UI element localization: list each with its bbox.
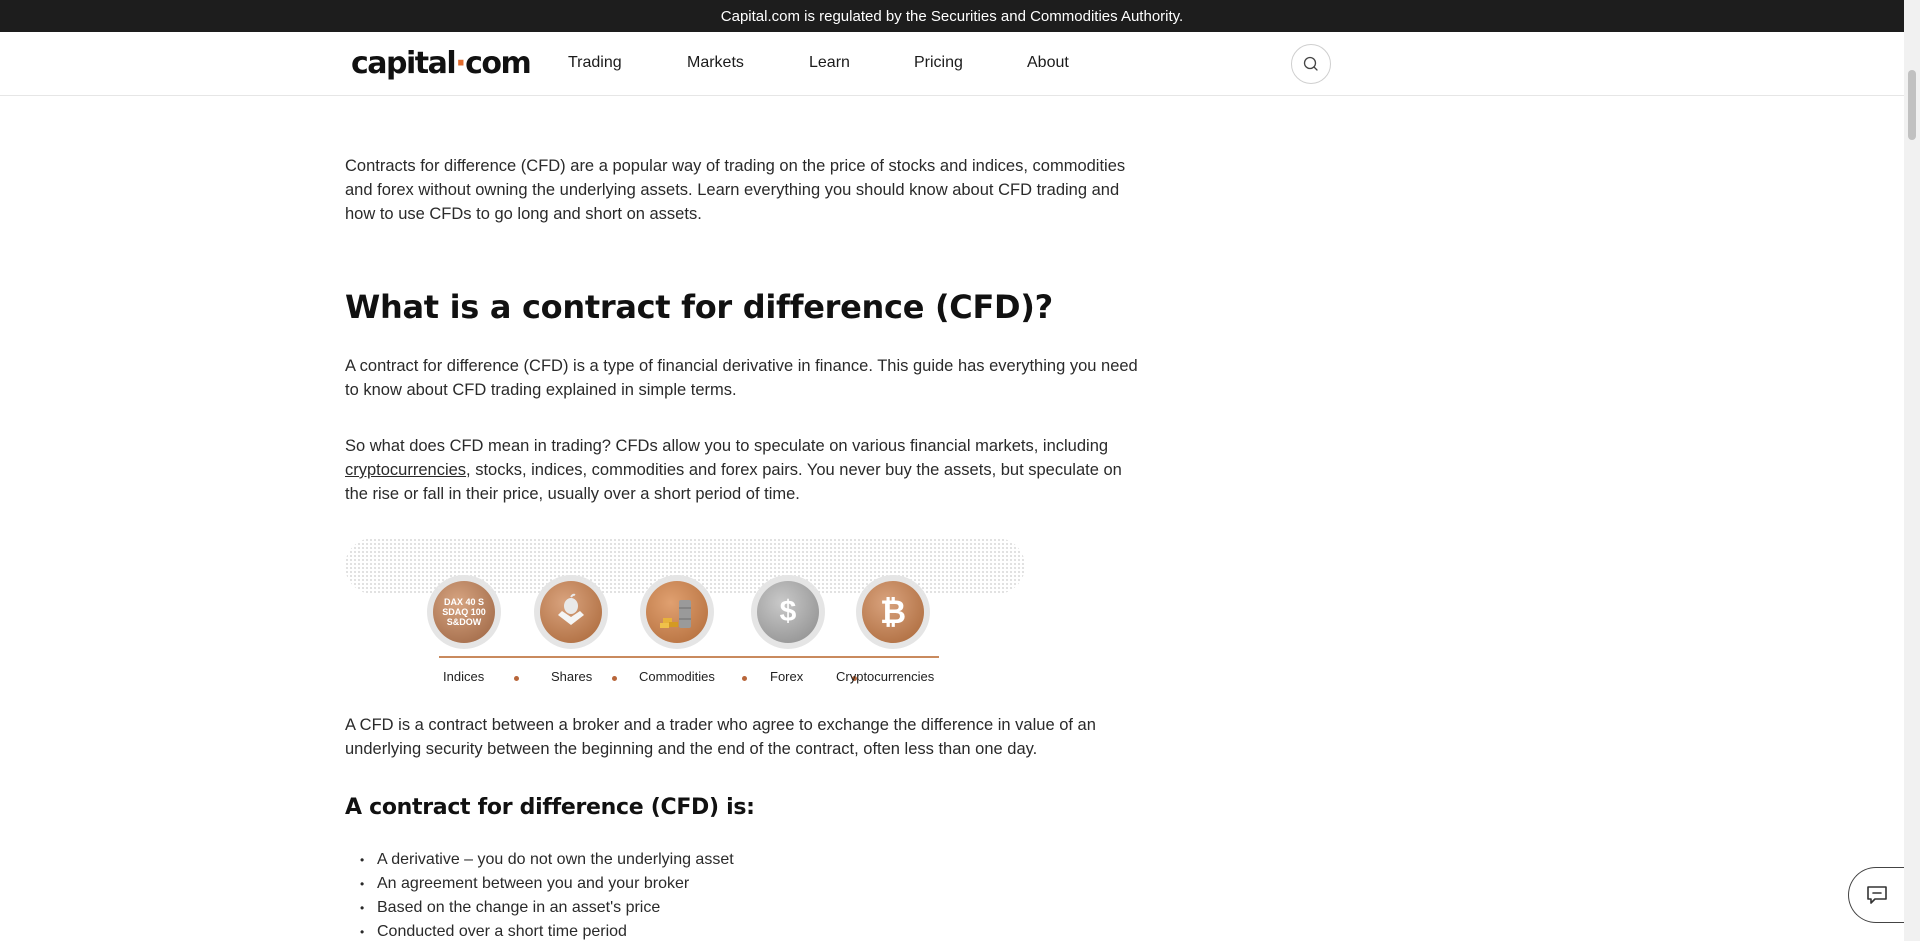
- cfd-contract-paragraph: A CFD is a contract between a broker and…: [345, 716, 1096, 758]
- list-item: Based on the change in an asset's price: [345, 896, 734, 920]
- nav-item-learn[interactable]: Learn: [809, 54, 850, 72]
- list-item: A derivative – you do not own the underl…: [345, 848, 734, 872]
- cryptocurrencies-link[interactable]: cryptocurrencies: [345, 461, 466, 479]
- apple-icon: [534, 575, 608, 649]
- page-heading: What is a contract for difference (CFD)?: [345, 288, 1053, 326]
- asset-label-commodities: Commodities: [639, 669, 715, 684]
- chat-button[interactable]: [1848, 867, 1904, 923]
- banner-divider: [439, 656, 939, 658]
- logo-dot: ·: [455, 46, 466, 81]
- nav-item-trading[interactable]: Trading: [568, 54, 622, 72]
- banner-dot: [514, 676, 519, 681]
- scrollbar-thumb[interactable]: [1908, 70, 1916, 140]
- asset-label-indices: Indices: [443, 669, 485, 684]
- gold-oil-icon: [640, 575, 714, 649]
- cfd-markets-banner: DAX 40 S SDAQ 100 S&DOW $ ₿ Indices Shar…: [345, 538, 1025, 688]
- nav-item-about[interactable]: About: [1027, 54, 1069, 72]
- asset-label-forex: Forex: [770, 669, 804, 684]
- search-button[interactable]: [1291, 44, 1331, 84]
- section-subheading: A contract for difference (CFD) is:: [345, 795, 755, 820]
- logo-text-right: com: [465, 46, 532, 81]
- banner-dot: [612, 676, 617, 681]
- logo-text-left: capital: [351, 46, 457, 81]
- chat-icon: [1866, 886, 1887, 904]
- list-item: An agreement between you and your broker: [345, 872, 734, 896]
- asset-label-cryptocurrencies: Cryptocurrencies: [836, 669, 935, 684]
- speculate-text-start: So what does CFD mean in trading? CFDs a…: [345, 437, 1109, 455]
- banner-dot: [742, 676, 747, 681]
- speculate-paragraph: So what does CFD mean in trading? CFDs a…: [345, 434, 1145, 506]
- asset-label-shares: Shares: [551, 669, 593, 684]
- definition-paragraph: A contract for difference (CFD) is a typ…: [345, 357, 1138, 399]
- nav-item-pricing[interactable]: Pricing: [914, 54, 963, 72]
- dollar-globe-icon: $: [751, 575, 825, 649]
- intro-paragraph: Contracts for difference (CFD) are a pop…: [345, 157, 1126, 223]
- indices-icon: DAX 40 S SDAQ 100 S&DOW: [427, 575, 501, 649]
- bitcoin-icon: ₿: [856, 575, 930, 649]
- page-scrollbar[interactable]: [1904, 0, 1920, 941]
- regulatory-text: Capital.com is regulated by the Securiti…: [720, 7, 1184, 25]
- capital-com-logo[interactable]: capital·com: [351, 46, 532, 81]
- nav-item-markets[interactable]: Markets: [687, 54, 744, 72]
- cfd-definition-list: A derivative – you do not own the underl…: [345, 848, 734, 941]
- list-item: Conducted over a short time period: [345, 920, 734, 941]
- regulatory-banner: Capital.com is regulated by the Securiti…: [0, 0, 1904, 32]
- main-navigation: capital·com Trading Markets Learn Pricin…: [0, 32, 1904, 96]
- search-icon: [1303, 56, 1318, 71]
